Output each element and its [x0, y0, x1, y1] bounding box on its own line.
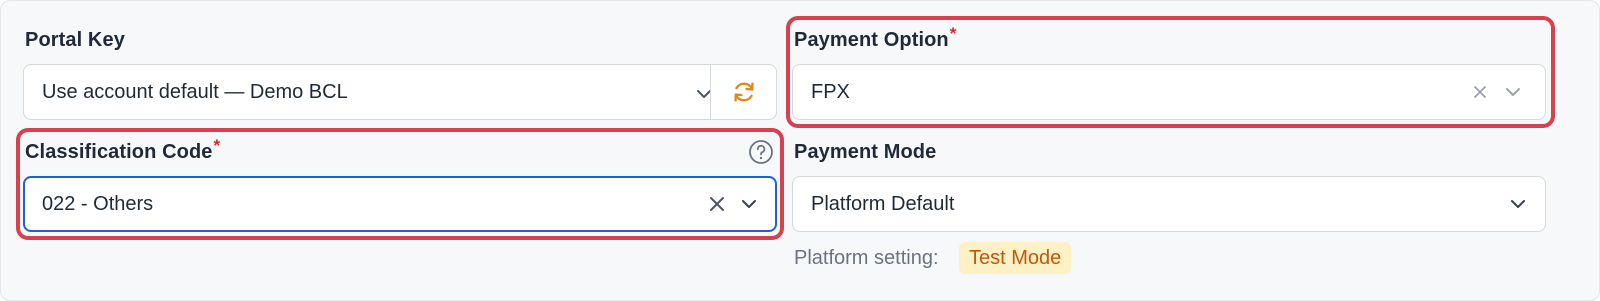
payment-mode-label: Payment Mode [794, 140, 936, 164]
close-icon[interactable] [1472, 84, 1488, 100]
payment-option-value: FPX [811, 81, 850, 103]
chevron-down-icon[interactable] [1503, 82, 1523, 102]
payment-mode-select[interactable]: Platform Default [792, 176, 1546, 232]
payment-mode-value: Platform Default [811, 193, 955, 215]
classification-code-label-text: Classification Code [25, 141, 213, 163]
portal-key-label: Portal Key [25, 28, 125, 52]
classification-code-value: 022 - Others [42, 193, 154, 215]
payment-option-label: Payment Option* [794, 24, 956, 53]
refresh-button[interactable] [711, 65, 776, 119]
portal-key-select[interactable]: Use account default — Demo BCL [23, 64, 777, 120]
help-circle-icon[interactable] [748, 139, 774, 165]
chevron-down-icon[interactable] [739, 194, 759, 214]
required-asterisk: * [949, 24, 957, 43]
required-asterisk: * [213, 136, 221, 155]
classification-code-select[interactable]: 022 - Others [23, 176, 777, 232]
portal-key-value: Use account default — Demo BCL [42, 81, 348, 103]
settings-panel: Portal Key Use account default — Demo BC… [0, 0, 1600, 301]
payment-mode-label-text: Payment Mode [794, 141, 937, 163]
portal-key-label-text: Portal Key [25, 29, 125, 51]
close-icon[interactable] [708, 195, 726, 213]
refresh-icon [734, 82, 754, 102]
classification-code-label: Classification Code* [25, 136, 220, 165]
payment-option-select[interactable]: FPX [792, 64, 1546, 120]
platform-setting-label: Platform setting: [794, 247, 939, 269]
payment-option-label-text: Payment Option [794, 29, 949, 51]
test-mode-badge: Test Mode [959, 242, 1072, 274]
chevron-down-icon[interactable] [1508, 194, 1528, 214]
